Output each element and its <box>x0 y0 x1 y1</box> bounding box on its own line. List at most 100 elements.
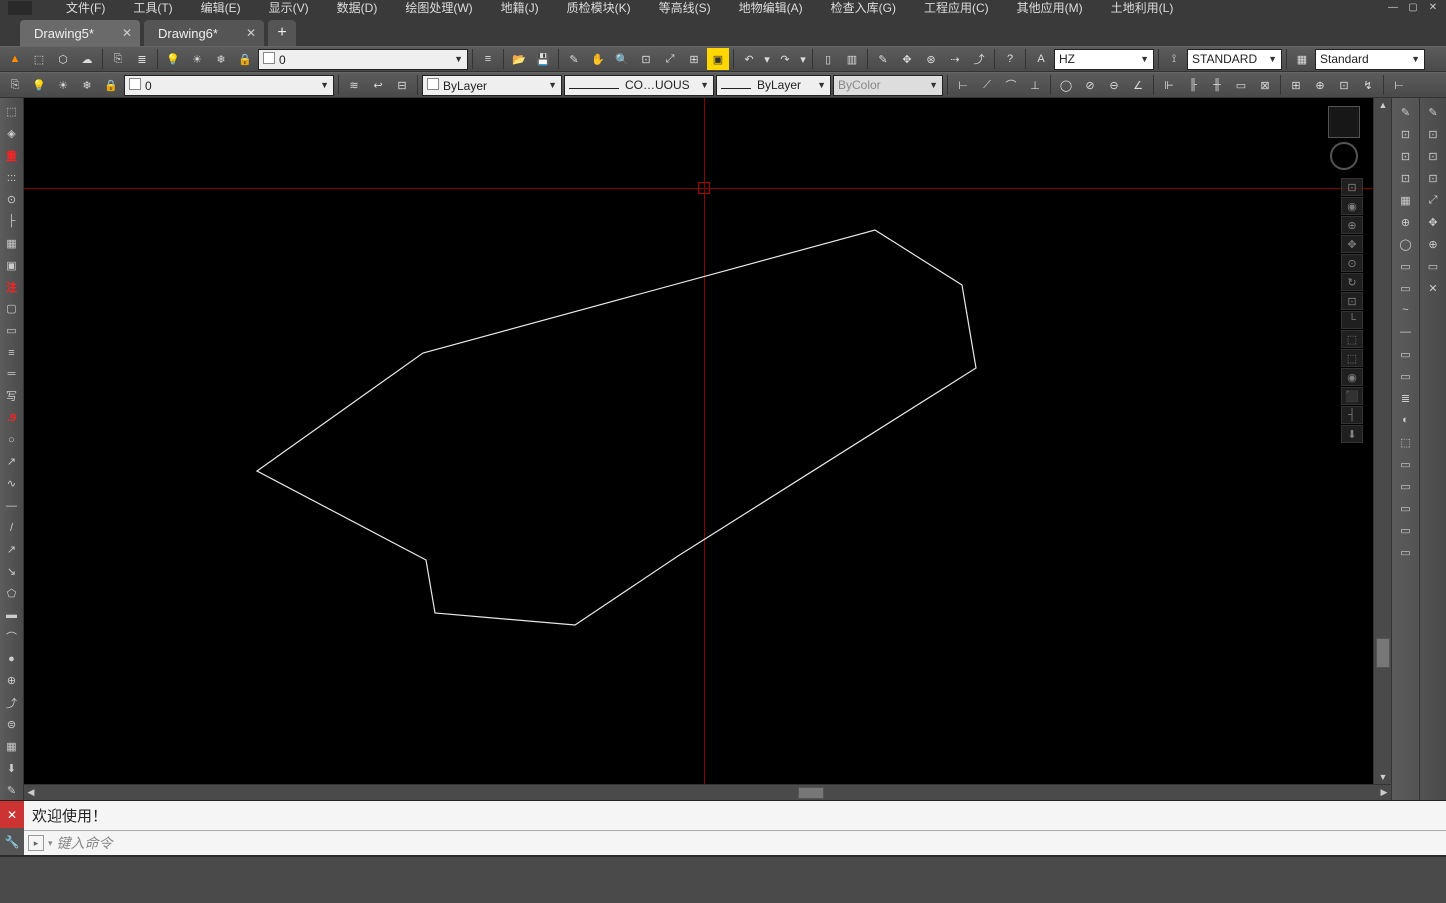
left-tool-6[interactable]: ▦ <box>2 233 22 253</box>
left-tool-23[interactable]: ▬ <box>2 605 22 625</box>
color-dropdown[interactable]: ByLayer ▼ <box>422 75 562 96</box>
dim-inspect[interactable]: ⊡ <box>1333 74 1355 96</box>
tool-btn-bulb2[interactable]: 💡 <box>28 74 50 96</box>
dim-jogline[interactable]: ↯ <box>1357 74 1379 96</box>
right-tool-A-16[interactable]: ▭ <box>1395 454 1417 474</box>
layer-state-btn[interactable]: ⊟ <box>391 74 413 96</box>
command-wrench-button[interactable]: 🔧 <box>0 828 24 855</box>
dim-diameter[interactable]: ⊖ <box>1103 74 1125 96</box>
tool-btn-open[interactable]: 📂 <box>508 48 530 70</box>
tool-btn-pan[interactable]: ✋ <box>587 48 609 70</box>
nav-tool-0[interactable]: ⊡ <box>1341 178 1363 196</box>
scroll-down-icon[interactable]: ▼ <box>1374 770 1392 784</box>
right-tool-B-8[interactable]: ✕ <box>1422 278 1444 298</box>
dim-tol[interactable]: ⊞ <box>1285 74 1307 96</box>
nav-tool-12[interactable]: ┤ <box>1341 406 1363 424</box>
view-cube[interactable] <box>1323 106 1365 170</box>
right-tool-A-8[interactable]: ▭ <box>1395 278 1417 298</box>
right-tool-A-7[interactable]: ▭ <box>1395 256 1417 276</box>
command-input[interactable]: 键入命令 <box>57 833 1442 853</box>
menu-其他应用m[interactable]: 其他应用(M) <box>1003 0 1097 16</box>
menu-工具t[interactable]: 工具(T) <box>119 0 186 16</box>
right-tool-B-2[interactable]: ⊡ <box>1422 146 1444 166</box>
dim-linear[interactable]: ⊢ <box>952 74 974 96</box>
tool-btn-zoom-prev[interactable]: ⊞ <box>683 48 705 70</box>
left-tool-13[interactable]: 写 <box>2 386 22 406</box>
left-tool-20[interactable]: ↗ <box>2 540 22 560</box>
dim-angular[interactable]: ∠ <box>1127 74 1149 96</box>
tool-btn-copy[interactable]: ⎘ <box>107 48 129 70</box>
left-tool-11[interactable]: ≡ <box>2 343 22 363</box>
command-dropdown-icon[interactable]: ▾ <box>48 838 53 849</box>
menu-数据d[interactable]: 数据(D) <box>323 0 392 16</box>
right-tool-B-1[interactable]: ⊡ <box>1422 124 1444 144</box>
tool-btn-orange[interactable]: ▲ <box>4 48 26 70</box>
app-icon[interactable] <box>8 1 32 15</box>
tool-btn-stack[interactable]: ≣ <box>131 48 153 70</box>
text-style-btn[interactable]: A <box>1030 48 1052 70</box>
nav-tool-6[interactable]: ⊡ <box>1341 292 1363 310</box>
tab-close-icon[interactable]: ✕ <box>122 26 132 40</box>
text-style-dropdown[interactable]: HZ▼ <box>1054 49 1154 70</box>
left-tool-30[interactable]: ⬇ <box>2 758 22 778</box>
tool-btn-win2[interactable]: ▥ <box>841 48 863 70</box>
tool-btn-cube[interactable]: ⬚ <box>28 48 50 70</box>
maximize-button[interactable]: ▢ <box>1404 0 1422 14</box>
right-tool-A-14[interactable]: ◐ <box>1395 410 1417 430</box>
tool-btn-zoom[interactable]: 🔍 <box>611 48 633 70</box>
dim-edit[interactable]: ⊢ <box>1388 74 1410 96</box>
right-tool-A-12[interactable]: ▭ <box>1395 366 1417 386</box>
left-tool-7[interactable]: ▣ <box>2 255 22 275</box>
left-tool-0[interactable]: ⬚ <box>2 102 22 122</box>
menu-质检模块k[interactable]: 质检模块(K) <box>553 0 645 16</box>
menu-检查入库g[interactable]: 检查入库(G) <box>817 0 910 16</box>
nav-tool-3[interactable]: ✥ <box>1341 235 1363 253</box>
dim-style-btn[interactable]: ⟟ <box>1163 48 1185 70</box>
left-tool-1[interactable]: ◈ <box>2 124 22 144</box>
left-tool-3[interactable]: ::: <box>2 168 22 188</box>
scroll-left-icon[interactable]: ◀ <box>24 785 38 801</box>
dim-continue[interactable]: ╫ <box>1206 74 1228 96</box>
vertical-scrollbar[interactable]: ▲ ▼ <box>1373 98 1391 784</box>
tool-btn-edit5[interactable]: ⤴ <box>968 48 990 70</box>
dim-ord[interactable]: ⊥ <box>1024 74 1046 96</box>
document-tab[interactable]: Drawing6*✕ <box>144 20 264 46</box>
table-style-dropdown[interactable]: Standard▼ <box>1315 49 1425 70</box>
right-tool-A-20[interactable]: ▭ <box>1395 542 1417 562</box>
left-tool-5[interactable]: ├ <box>2 211 22 231</box>
h-scroll-thumb[interactable] <box>798 787 824 799</box>
nav-tool-10[interactable]: ◉ <box>1341 368 1363 386</box>
tool-btn-edit1[interactable]: ✎ <box>872 48 894 70</box>
tool-btn-list[interactable]: ≡ <box>477 48 499 70</box>
linetype-dropdown[interactable]: CO…UOUS ▼ <box>564 75 714 96</box>
right-tool-A-2[interactable]: ⊡ <box>1395 146 1417 166</box>
dim-jog[interactable]: ⊘ <box>1079 74 1101 96</box>
tool-btn-cloud[interactable]: ☁ <box>76 48 98 70</box>
nav-tool-2[interactable]: ⊕ <box>1341 216 1363 234</box>
command-close-button[interactable]: ✕ <box>0 801 24 828</box>
tool-btn-lock2[interactable]: 🔒 <box>100 74 122 96</box>
layer-mgr-btn[interactable]: ⎘ <box>4 74 26 96</box>
left-tool-15[interactable]: ○ <box>2 430 22 450</box>
dim-aligned[interactable]: ⟋ <box>976 74 998 96</box>
left-tool-28[interactable]: ⊜ <box>2 715 22 735</box>
right-tool-B-7[interactable]: ▭ <box>1422 256 1444 276</box>
right-tool-A-4[interactable]: ▦ <box>1395 190 1417 210</box>
right-tool-B-3[interactable]: ⊡ <box>1422 168 1444 188</box>
drawing-canvas[interactable]: ⊡◉⊕✥⊙↻⊡└⬚⬚◉⬛┤⬇ <box>24 98 1373 784</box>
tab-close-icon[interactable]: ✕ <box>246 26 256 40</box>
left-tool-26[interactable]: ⊕ <box>2 671 22 691</box>
tool-btn-snow[interactable]: ❄ <box>210 48 232 70</box>
tool-btn-zoom-ext[interactable]: ⤢ <box>659 48 681 70</box>
left-tool-17[interactable]: ∿ <box>2 474 22 494</box>
tool-btn-win1[interactable]: ▯ <box>817 48 839 70</box>
v-scroll-thumb[interactable] <box>1376 638 1390 668</box>
tool-btn-save[interactable]: 💾 <box>532 48 554 70</box>
tool-btn-snow2[interactable]: ❄ <box>76 74 98 96</box>
close-button[interactable]: ✕ <box>1424 0 1442 14</box>
left-tool-10[interactable]: ▭ <box>2 321 22 341</box>
left-tool-29[interactable]: ▦ <box>2 736 22 756</box>
nav-tool-5[interactable]: ↻ <box>1341 273 1363 291</box>
layer-dropdown-1[interactable]: 0 ▼ <box>258 49 468 70</box>
tool-btn-zoom-win[interactable]: ⊡ <box>635 48 657 70</box>
